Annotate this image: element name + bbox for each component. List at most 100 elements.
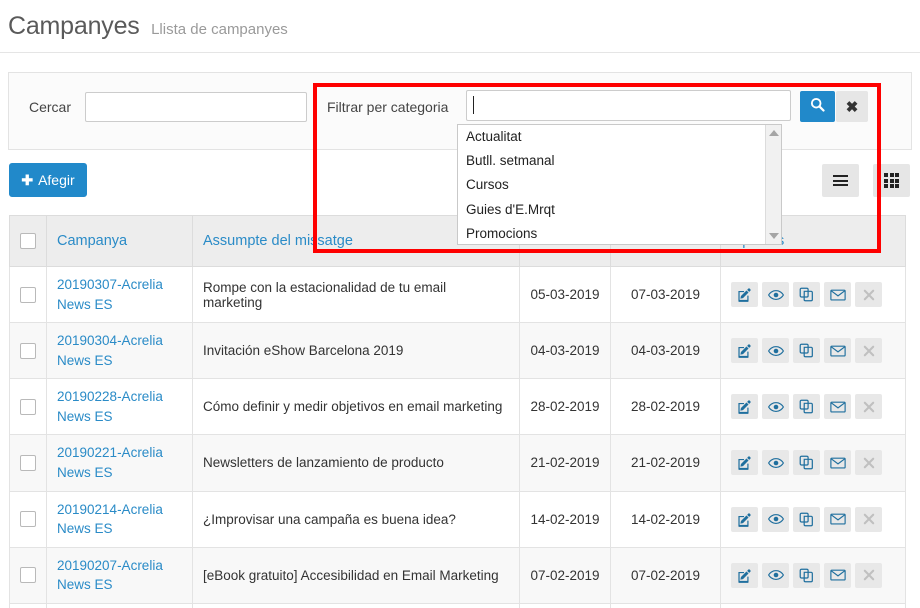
row-checkbox[interactable] xyxy=(20,399,36,416)
category-dropdown[interactable]: Actualitat Butll. setmanal Cursos Guies … xyxy=(457,124,782,245)
copy-icon[interactable] xyxy=(793,394,820,420)
campaign-name-cell: 20190221-Acrelia News ES xyxy=(46,434,193,492)
send-date-cell: 28-02-2019 xyxy=(610,378,721,436)
add-campaign-button[interactable]: ✚ Afegir xyxy=(9,163,87,197)
column-header-campanya[interactable]: Campanya xyxy=(46,215,193,267)
date-value: 04-03-2019 xyxy=(530,343,600,359)
delete-icon xyxy=(855,282,882,308)
eye-icon[interactable] xyxy=(762,338,789,364)
copy-icon[interactable] xyxy=(793,282,820,308)
copy-icon[interactable] xyxy=(793,450,820,476)
date-value: 07-02-2019 xyxy=(630,567,701,583)
campaign-name-cell: 20190131-Acrelia News ES xyxy=(46,602,193,608)
close-icon: ✖ xyxy=(845,98,859,116)
message-subject-cell: Rompe con la estacionalidad de tu email … xyxy=(192,265,520,324)
row-actions xyxy=(731,338,895,364)
list-view-button[interactable] xyxy=(822,164,859,197)
envelope-icon[interactable] xyxy=(824,450,851,476)
campaign-link[interactable]: 20190207-Acrelia News ES xyxy=(57,558,163,593)
date-value: 04-03-2019 xyxy=(630,343,701,359)
creation-date-cell: 30-01-2019 xyxy=(519,602,611,608)
search-label: Cercar xyxy=(29,99,72,115)
creation-date-cell: 04-03-2019 xyxy=(519,322,611,380)
table-row: 20190214-Acrelia News ES ¿Improvisar una … xyxy=(9,490,906,548)
message-subject-cell: ¿Improvisar una campaña es buena idea? xyxy=(192,490,520,548)
dropdown-option[interactable]: Butll. setmanal xyxy=(458,149,766,173)
campaign-link[interactable]: 20190221-Acrelia News ES xyxy=(57,445,163,480)
campaign-link[interactable]: 20190307-Acrelia News ES xyxy=(57,277,163,312)
row-select-cell xyxy=(9,490,47,548)
dropdown-option[interactable]: Cursos xyxy=(458,173,766,197)
eye-icon[interactable] xyxy=(762,282,789,308)
date-value: 05-03-2019 xyxy=(530,287,600,303)
eye-icon[interactable] xyxy=(762,394,789,420)
campaign-link[interactable]: 20190214-Acrelia News ES xyxy=(57,502,163,537)
scroll-down-icon[interactable] xyxy=(769,233,779,239)
edit-icon[interactable] xyxy=(731,394,758,420)
clear-filter-button[interactable]: ✖ xyxy=(836,91,868,122)
table-row: 20190207-Acrelia News ES [eBook gratuito]… xyxy=(9,546,906,604)
message-subject-cell: Invitación eShow Barcelona 2019 xyxy=(192,322,520,380)
plus-icon: ✚ xyxy=(21,172,34,188)
eye-icon[interactable] xyxy=(762,562,789,588)
campaigns-page: Campanyes Llista de campanyes Cercar Fil… xyxy=(0,0,920,608)
copy-icon[interactable] xyxy=(793,562,820,588)
dropdown-option[interactable]: Guies d'E.Mrqt xyxy=(458,198,766,222)
row-checkbox[interactable] xyxy=(20,511,36,528)
edit-icon[interactable] xyxy=(731,282,758,308)
copy-icon[interactable] xyxy=(793,338,820,364)
edit-icon[interactable] xyxy=(731,506,758,532)
row-actions xyxy=(731,282,895,308)
envelope-icon[interactable] xyxy=(824,562,851,588)
row-actions xyxy=(731,506,895,532)
copy-icon[interactable] xyxy=(793,506,820,532)
dropdown-scrollbar[interactable] xyxy=(765,125,781,244)
send-date-cell: 21-02-2019 xyxy=(610,434,721,492)
date-value: 28-02-2019 xyxy=(630,399,701,415)
edit-icon[interactable] xyxy=(731,338,758,364)
grid-view-button[interactable] xyxy=(873,164,910,197)
message-subject-cell: Cuenta atrás para San Valentín xyxy=(192,602,520,608)
campaign-name-cell: 20190214-Acrelia News ES xyxy=(46,490,193,548)
row-actions xyxy=(731,450,895,476)
dropdown-option[interactable]: Promocions xyxy=(458,222,766,244)
dropdown-option[interactable]: Actualitat xyxy=(458,125,766,149)
edit-icon[interactable] xyxy=(731,562,758,588)
category-filter-input[interactable] xyxy=(466,90,791,121)
campaigns-table: Campanya Assumpte del missatge Opcions 2… xyxy=(9,215,906,608)
creation-date-cell: 05-03-2019 xyxy=(519,265,611,324)
row-actions xyxy=(731,562,895,588)
row-checkbox[interactable] xyxy=(20,567,36,584)
select-all-checkbox[interactable] xyxy=(20,233,36,250)
envelope-icon[interactable] xyxy=(824,282,851,308)
delete-icon xyxy=(855,338,882,364)
campaign-name-cell: 20190307-Acrelia News ES xyxy=(46,265,193,324)
delete-icon xyxy=(855,562,882,588)
grid-icon xyxy=(884,173,899,188)
message-subject: Rompe con la estacionalidad de tu email … xyxy=(203,279,447,310)
search-icon xyxy=(810,97,825,117)
search-button[interactable] xyxy=(800,91,835,122)
message-subject: Invitación eShow Barcelona 2019 xyxy=(203,343,404,359)
eye-icon[interactable] xyxy=(762,450,789,476)
eye-icon[interactable] xyxy=(762,506,789,532)
row-actions-cell xyxy=(720,490,906,548)
message-subject-cell: Newsletters de lanzamiento de producto xyxy=(192,434,520,492)
row-checkbox[interactable] xyxy=(20,286,36,303)
date-value: 14-02-2019 xyxy=(630,511,701,527)
row-select-cell xyxy=(9,546,47,604)
edit-icon[interactable] xyxy=(731,450,758,476)
scroll-up-icon[interactable] xyxy=(769,130,779,136)
creation-date-cell: 28-02-2019 xyxy=(519,378,611,436)
row-checkbox[interactable] xyxy=(20,455,36,472)
campaign-link[interactable]: 20190228-Acrelia News ES xyxy=(57,389,163,424)
search-input[interactable] xyxy=(85,92,307,122)
envelope-icon[interactable] xyxy=(824,394,851,420)
table-body: 20190307-Acrelia News ES Rompe con la est… xyxy=(9,265,906,608)
send-date-cell: 14-02-2019 xyxy=(610,490,721,548)
envelope-icon[interactable] xyxy=(824,338,851,364)
envelope-icon[interactable] xyxy=(824,506,851,532)
row-checkbox[interactable] xyxy=(20,342,36,359)
campaign-link[interactable]: 20190304-Acrelia News ES xyxy=(57,333,163,368)
row-select-cell xyxy=(9,434,47,492)
